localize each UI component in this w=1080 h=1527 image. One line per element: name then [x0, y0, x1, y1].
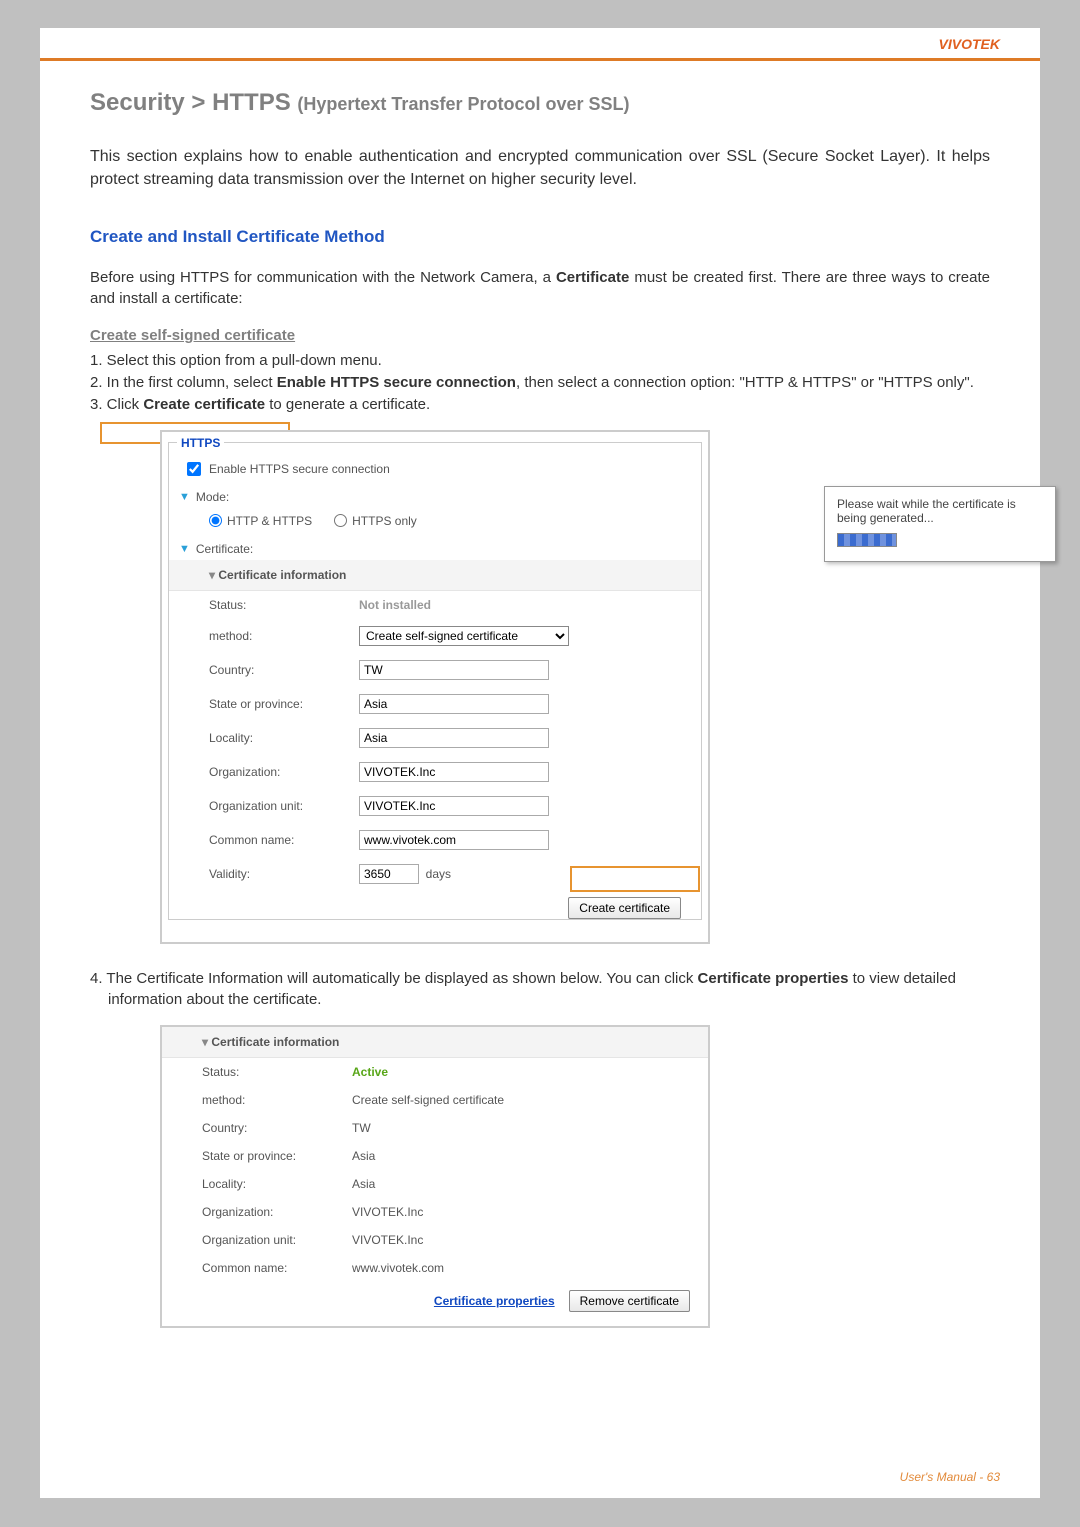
method-select[interactable]: Create self-signed certificate	[359, 626, 569, 646]
locality-input[interactable]	[359, 728, 549, 748]
steps-list: 1. Select this option from a pull-down m…	[90, 350, 990, 415]
page-title: Security > HTTPS (Hypertext Transfer Pro…	[90, 89, 990, 117]
validity-label: Validity:	[169, 857, 359, 891]
chevron-down-icon[interactable]: ▼	[179, 543, 190, 555]
status-value: Not installed	[359, 598, 431, 612]
generating-popup: Please wait while the certificate is bei…	[824, 486, 1056, 562]
section-body: Before using HTTPS for communication wit…	[90, 267, 990, 309]
country-value-2: TW	[352, 1114, 708, 1142]
status-label: Status:	[169, 591, 359, 619]
cn-input[interactable]	[359, 830, 549, 850]
create-certificate-button[interactable]: Create certificate	[568, 897, 681, 919]
cert-info-panel-active: ▾ Certificate information Status:Active …	[160, 1025, 710, 1328]
certificate-properties-link[interactable]: Certificate properties	[434, 1294, 555, 1308]
mode-label: Mode:	[196, 490, 229, 504]
country-label: Country:	[169, 653, 359, 687]
cert-info-header: ▾ Certificate information	[169, 560, 701, 591]
step-4: 4. The Certificate Information will auto…	[90, 968, 990, 1012]
state-value-2: Asia	[352, 1142, 708, 1170]
orgunit-input[interactable]	[359, 796, 549, 816]
validity-input[interactable]	[359, 864, 419, 884]
validity-unit: days	[426, 867, 451, 881]
title-main: Security > HTTPS	[90, 89, 297, 116]
title-sub: (Hypertext Transfer Protocol over SSL)	[297, 94, 629, 114]
country-label-2: Country:	[162, 1114, 352, 1142]
section-heading: Create and Install Certificate Method	[90, 227, 990, 247]
method-label: method:	[169, 619, 359, 653]
org-label: Organization:	[169, 755, 359, 789]
mode-http-https[interactable]: HTTP & HTTPS	[209, 514, 312, 528]
orgunit-value-2: VIVOTEK.Inc	[352, 1226, 708, 1254]
state-label: State or province:	[169, 687, 359, 721]
enable-https-label: Enable HTTPS secure connection	[209, 462, 390, 476]
locality-label: Locality:	[169, 721, 359, 755]
org-value-2: VIVOTEK.Inc	[352, 1198, 708, 1226]
step-1: 1. Select this option from a pull-down m…	[90, 350, 990, 372]
mode-http-https-radio[interactable]	[209, 514, 222, 527]
org-label-2: Organization:	[162, 1198, 352, 1226]
method-label-2: method:	[162, 1086, 352, 1114]
intro-paragraph: This section explains how to enable auth…	[90, 145, 990, 191]
certificate-label: Certificate:	[196, 542, 253, 556]
https-config-panel: HTTPS Enable HTTPS secure connection ▼ M…	[160, 430, 710, 944]
step-2: 2. In the first column, select Enable HT…	[90, 372, 990, 394]
cn-label: Common name:	[169, 823, 359, 857]
remove-certificate-button[interactable]: Remove certificate	[569, 1290, 690, 1312]
https-legend: HTTPS	[177, 436, 224, 450]
chevron-down-icon[interactable]: ▼	[179, 491, 190, 503]
cert-info-table-2: Status:Active method:Create self-signed …	[162, 1058, 708, 1282]
mode-https-only[interactable]: HTTPS only	[334, 514, 417, 528]
state-input[interactable]	[359, 694, 549, 714]
orgunit-label: Organization unit:	[169, 789, 359, 823]
status-label-2: Status:	[162, 1058, 352, 1086]
mode-https-only-radio[interactable]	[334, 514, 347, 527]
org-input[interactable]	[359, 762, 549, 782]
page-footer: User's Manual - 63	[900, 1470, 1000, 1484]
subsection-heading: Create self-signed certificate	[90, 327, 990, 344]
state-label-2: State or province:	[162, 1142, 352, 1170]
status-value-active: Active	[352, 1065, 388, 1079]
cert-info-header-2: ▾ Certificate information	[162, 1027, 708, 1058]
country-input[interactable]	[359, 660, 549, 680]
cn-value-2: www.vivotek.com	[352, 1254, 708, 1282]
steps-list-2: 4. The Certificate Information will auto…	[90, 968, 990, 1012]
orgunit-label-2: Organization unit:	[162, 1226, 352, 1254]
brand-label: VIVOTEK	[939, 36, 1000, 52]
cert-info-table: Status:Not installed method:Create self-…	[169, 591, 701, 891]
locality-label-2: Locality:	[162, 1170, 352, 1198]
popup-text: Please wait while the certificate is bei…	[837, 497, 1043, 525]
progress-bar	[837, 533, 897, 547]
header-rule	[40, 58, 1040, 61]
enable-https-checkbox[interactable]	[187, 462, 201, 476]
step-3: 3. Click Create certificate to generate …	[90, 394, 990, 416]
locality-value-2: Asia	[352, 1170, 708, 1198]
cn-label-2: Common name:	[162, 1254, 352, 1282]
method-value-2: Create self-signed certificate	[352, 1086, 708, 1114]
